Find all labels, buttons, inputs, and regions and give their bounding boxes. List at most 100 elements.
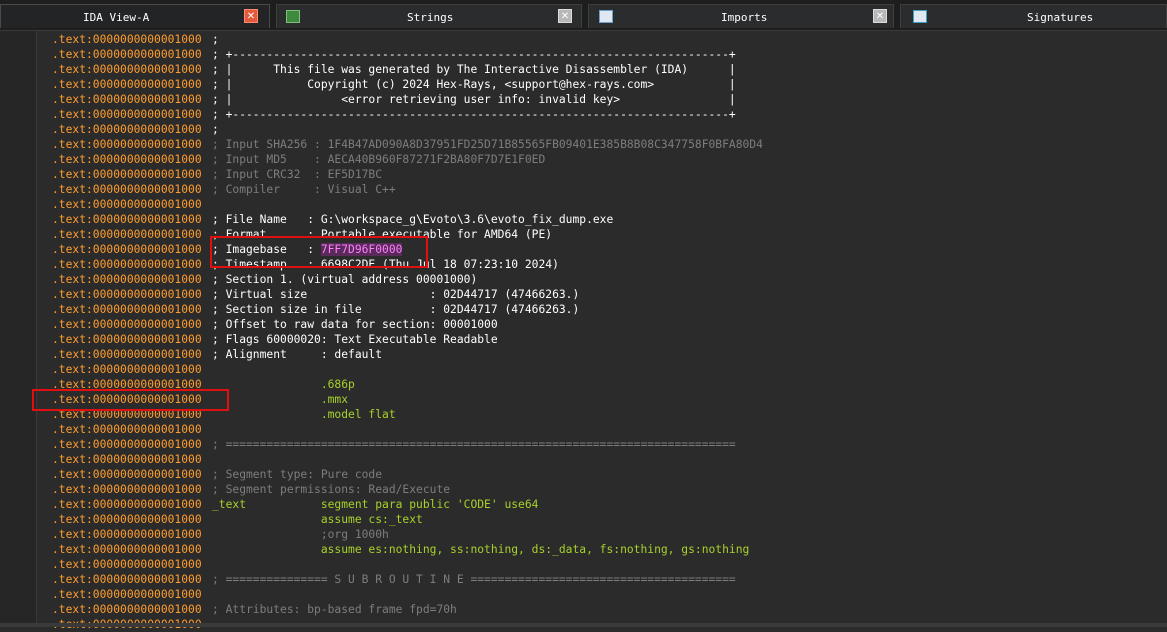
line-text: assume cs:_text	[212, 513, 423, 526]
listing-line[interactable]: .text:0000000000001000 ; Alignment : defa…	[0, 347, 1167, 362]
line-text: ; Section 1. (virtual address 00001000)	[212, 273, 478, 286]
line-address: .text:0000000000001000	[52, 483, 202, 496]
line-address: .text:0000000000001000	[52, 183, 202, 196]
signatures-icon	[913, 10, 927, 23]
line-address: .text:0000000000001000	[52, 228, 202, 241]
listing-line[interactable]: .text:0000000000001000;	[0, 32, 1167, 47]
line-address: .text:0000000000001000	[52, 543, 202, 556]
tab-label: IDA View-A	[83, 11, 150, 24]
line-address: .text:0000000000001000	[52, 423, 202, 436]
imports-icon	[599, 10, 613, 23]
listing-line[interactable]: .text:0000000000001000 ; Input SHA256 : 1…	[0, 137, 1167, 152]
listing-line[interactable]: .text:0000000000001000 ; Flags 60000020: …	[0, 332, 1167, 347]
line-text: ; Segment type: Pure code	[212, 468, 383, 481]
line-text: ; | <error retrieving user info: invalid…	[212, 93, 736, 106]
line-address: .text:0000000000001000	[52, 453, 202, 466]
listing-line[interactable]: .text:0000000000001000 ; +---------------…	[0, 47, 1167, 62]
line-address: .text:0000000000001000	[52, 333, 202, 346]
tab-label: Signatures	[1027, 11, 1094, 24]
listing-line[interactable]: .text:0000000000001000;	[0, 122, 1167, 137]
disassembly-listing[interactable]: .text:0000000000001000; .text:00000000000…	[0, 31, 1167, 631]
listing-line[interactable]: .text:0000000000001000 ; +---------------…	[0, 107, 1167, 122]
line-text: _text segment para public 'CODE' use64	[212, 498, 539, 511]
listing-line[interactable]: .text:0000000000001000	[0, 587, 1167, 602]
tab-label: Imports	[721, 11, 768, 24]
line-address: .text:0000000000001000	[52, 498, 202, 511]
line-address: .text:0000000000001000	[52, 468, 202, 481]
line-address: .text:0000000000001000	[52, 93, 202, 106]
line-address: .text:0000000000001000	[52, 63, 202, 76]
line-address: .text:0000000000001000	[52, 168, 202, 181]
listing-line[interactable]: .text:0000000000001000 ; | <error retriev…	[0, 92, 1167, 107]
listing-line[interactable]: .text:0000000000001000 ; Segment type: Pu…	[0, 467, 1167, 482]
listing-line[interactable]: .text:0000000000001000	[0, 452, 1167, 467]
listing-line[interactable]: .text:0000000000001000; Imagebase : 7FF7…	[0, 242, 1167, 257]
listing-line[interactable]: .text:0000000000001000 ; Virtual size : 0…	[0, 287, 1167, 302]
line-address: .text:0000000000001000	[52, 603, 202, 616]
line-text: ; =============== S U B R O U T I N E ==…	[212, 573, 736, 586]
listing-line[interactable]: .text:0000000000001000 ;org 1000h	[0, 527, 1167, 542]
listing-line[interactable]: .text:0000000000001000 assume es:nothing…	[0, 542, 1167, 557]
listing-line[interactable]: .text:0000000000001000 ; Attributes: bp-b…	[0, 602, 1167, 617]
line-address: .text:0000000000001000	[52, 48, 202, 61]
listing-line[interactable]: .text:0000000000001000 ; ================…	[0, 437, 1167, 452]
listing-line[interactable]: .text:0000000000001000 ; Compiler : Visua…	[0, 182, 1167, 197]
listing-line[interactable]: .text:0000000000001000	[0, 197, 1167, 212]
line-text: ; Flags 60000020: Text Executable Readab…	[212, 333, 498, 346]
listing-line[interactable]: .text:0000000000001000 ; Offset to raw da…	[0, 317, 1167, 332]
listing-line[interactable]: .text:0000000000001000; Format : Portabl…	[0, 227, 1167, 242]
listing-line[interactable]: .text:0000000000001000	[0, 422, 1167, 437]
strings-icon	[286, 10, 300, 23]
listing-line[interactable]: .text:0000000000001000 assume cs:_text	[0, 512, 1167, 527]
line-text: ; Input CRC32 : EF5D17BC	[212, 168, 383, 181]
line-address: .text:0000000000001000	[52, 273, 202, 286]
line-text: ; | This file was generated by The Inter…	[212, 63, 736, 76]
close-icon[interactable]: ✕	[558, 9, 572, 23]
listing-line[interactable]: .text:0000000000001000 ; Input MD5 : AECA…	[0, 152, 1167, 167]
line-text: ; Input SHA256 : 1F4B47AD090A8D37951FD25…	[212, 138, 763, 151]
line-text: ; Input MD5 : AECA40B960F87271F2BA80F7D7…	[212, 153, 546, 166]
line-text: assume es:nothing, ss:nothing, ds:_data,…	[212, 543, 750, 556]
line-text: .mmx	[212, 393, 349, 406]
line-text: ; Virtual size : 02D44717 (47466263.)	[212, 288, 580, 301]
listing-line[interactable]: .text:0000000000001000	[0, 557, 1167, 572]
listing-line[interactable]: .text:0000000000001000 ; | This file was …	[0, 62, 1167, 77]
listing-line[interactable]: .text:0000000000001000 ; Input CRC32 : EF…	[0, 167, 1167, 182]
tab-ida-view-a[interactable]: IDA View-A ✕	[0, 4, 270, 28]
line-text: ; ======================================…	[212, 438, 736, 451]
tab-signatures[interactable]: Signatures	[900, 4, 1167, 28]
line-address: .text:0000000000001000	[52, 78, 202, 91]
listing-line[interactable]: .text:0000000000001000	[0, 362, 1167, 377]
listing-line[interactable]: .text:0000000000001000 ; =============== …	[0, 572, 1167, 587]
line-text: ;	[212, 123, 219, 136]
horizontal-scrollbar[interactable]	[0, 623, 1167, 627]
close-icon[interactable]: ✕	[244, 9, 258, 23]
line-address: .text:0000000000001000	[52, 558, 202, 571]
line-text: ; | Copyright (c) 2024 Hex-Rays, <suppor…	[212, 78, 736, 91]
listing-line[interactable]: .text:0000000000001000 ; File Name : G:\w…	[0, 212, 1167, 227]
listing-line[interactable]: .text:0000000000001000 ; | Copyright (c) …	[0, 77, 1167, 92]
line-text: ; +-------------------------------------…	[212, 108, 736, 121]
line-address: .text:0000000000001000	[52, 438, 202, 451]
tab-bar: IDA View-A ✕ Strings ✕ Imports ✕ Signatu…	[0, 0, 1167, 31]
line-text: ; Segment permissions: Read/Execute	[212, 483, 451, 496]
line-address: .text:0000000000001000	[52, 198, 202, 211]
line-text: ; Attributes: bp-based frame fpd=70h	[212, 603, 457, 616]
listing-line[interactable]: .text:0000000000001000; Timestamp : 6698…	[0, 257, 1167, 272]
listing-line[interactable]: .text:0000000000001000 _text segment para…	[0, 497, 1167, 512]
line-address: .text:0000000000001000	[52, 258, 202, 271]
line-text: .model flat	[212, 408, 396, 421]
line-text: ; Compiler : Visual C++	[212, 183, 396, 196]
line-address: .text:0000000000001000	[52, 348, 202, 361]
line-address: .text:0000000000001000	[52, 33, 202, 46]
tab-strings[interactable]: Strings ✕	[276, 4, 582, 28]
listing-line[interactable]: .text:0000000000001000 ; Section 1. (virt…	[0, 272, 1167, 287]
line-text: ; +-------------------------------------…	[212, 48, 736, 61]
close-icon[interactable]: ✕	[873, 9, 887, 23]
line-text: ; File Name : G:\workspace_g\Evoto\3.6\e…	[212, 213, 614, 226]
listing-line[interactable]: .text:0000000000001000 ; Section size in …	[0, 302, 1167, 317]
line-address: .text:0000000000001000	[52, 123, 202, 136]
tab-imports[interactable]: Imports ✕	[588, 4, 894, 28]
listing-line[interactable]: .text:0000000000001000 ; Segment permissi…	[0, 482, 1167, 497]
line-address: .text:0000000000001000	[52, 138, 202, 151]
